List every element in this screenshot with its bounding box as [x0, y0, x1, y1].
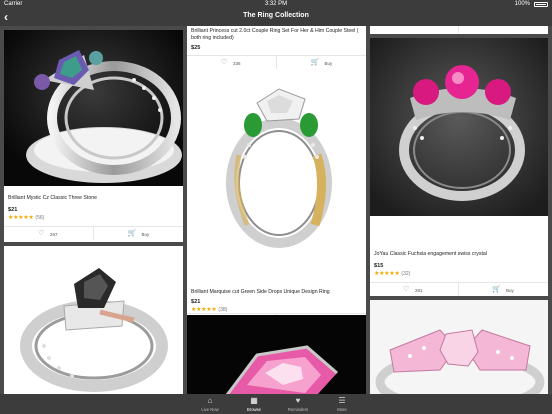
buy-label: Buy [141, 232, 150, 237]
product-card[interactable] [4, 246, 183, 394]
product-grid[interactable]: Brilliant Mystic Cz Classic Three Stone … [0, 26, 552, 394]
product-price: $21 [8, 207, 18, 213]
ring-image [4, 30, 183, 186]
product-image[interactable] [4, 30, 183, 186]
cart-icon: 🛒 [310, 59, 320, 66]
nav-bar: ‹ The Ring Collection [0, 9, 552, 26]
buy-button[interactable]: 🛒 Buy [459, 283, 548, 296]
heart-icon: ♡ [221, 59, 228, 66]
menu-icon: ☰ [338, 396, 346, 405]
like-count: 267 [50, 232, 58, 237]
page-title: The Ring Collection [243, 12, 309, 19]
review-count: (56) [35, 215, 45, 221]
rating-stars: ★★★★★ (32) [374, 270, 410, 277]
rating-stars: ★★★★★ (38) [191, 306, 227, 313]
product-card[interactable]: Brilliant Mystic Cz Classic Three Stone … [4, 30, 183, 242]
product-price: $25 [191, 45, 201, 51]
house-icon: ⌂ [207, 396, 213, 405]
like-count: 336 [233, 61, 241, 66]
product-name[interactable]: Brilliant Mystic Cz Classic Three Stone [8, 195, 179, 202]
ring-image [370, 300, 548, 394]
buy-label: Buy [324, 61, 333, 66]
product-card[interactable]: Brilliant Marquise cut Green Side Drops … [187, 75, 366, 313]
product-name[interactable]: JoYau Classic Fuchsia engagement swiss c… [374, 251, 544, 258]
card-actions [370, 26, 548, 34]
cart-icon: 🛒 [492, 286, 501, 293]
buy-button[interactable]: 🛒 Buy [277, 56, 367, 69]
product-image[interactable] [187, 315, 366, 394]
star-icons: ★★★★★ [8, 215, 34, 221]
heart-icon: ♡ [38, 230, 45, 237]
product-price: $21 [191, 299, 201, 305]
card-actions: ♡ 336 🛒 Buy [187, 55, 366, 69]
card-actions: ♡ 281 🛒 Buy [370, 282, 548, 296]
clock: 3:32 PM [264, 1, 288, 7]
buy-button[interactable]: 🛒 Buy [94, 227, 184, 240]
cart-icon: 🛒 [127, 230, 137, 237]
like-button[interactable]: ♡ 281 [370, 283, 459, 296]
review-count: (32) [401, 271, 411, 277]
product-card[interactable] [187, 315, 366, 394]
like-button[interactable]: ♡ 336 [187, 56, 277, 69]
ring-image [20, 268, 168, 392]
card-actions: ♡ 267 🛒 Buy [4, 226, 183, 240]
like-button[interactable] [370, 26, 459, 33]
product-image[interactable] [370, 300, 548, 394]
product-name[interactable]: Brilliant Princess cut 2.0ct Couple Ring… [191, 28, 362, 41]
tab-more[interactable]: ☰ More [312, 394, 372, 414]
ring-image [370, 38, 548, 216]
battery-icon [534, 2, 548, 7]
heart-icon: ♥ [295, 396, 301, 405]
ring-image [226, 88, 332, 248]
rating-stars: ★★★★★ (56) [8, 214, 44, 221]
product-image[interactable] [370, 38, 548, 216]
heart-icon: ♡ [403, 286, 410, 293]
ring-image [187, 315, 366, 394]
buy-label: Buy [506, 288, 514, 293]
tab-bar: ⌂ Live Now ▦ Browse ♥ Reminders ☰ More [0, 394, 552, 414]
grid-icon: ▦ [250, 396, 258, 405]
star-icons: ★★★★★ [374, 271, 400, 277]
status-bar: Carrier 3:32 PM 100% [0, 0, 552, 9]
tab-label: More [337, 407, 347, 412]
product-image[interactable] [187, 75, 366, 255]
product-card[interactable] [370, 300, 548, 394]
product-image[interactable] [4, 246, 183, 394]
product-name[interactable]: Brilliant Marquise cut Green Side Drops … [191, 289, 362, 296]
product-price: $15 [374, 263, 384, 269]
buy-button[interactable] [459, 26, 548, 33]
like-count: 281 [415, 288, 423, 293]
product-card[interactable] [370, 26, 548, 34]
like-button[interactable]: ♡ 267 [4, 227, 94, 240]
product-card[interactable]: JoYau Classic Fuchsia engagement swiss c… [370, 38, 548, 296]
battery-percent: 100% [514, 1, 530, 7]
